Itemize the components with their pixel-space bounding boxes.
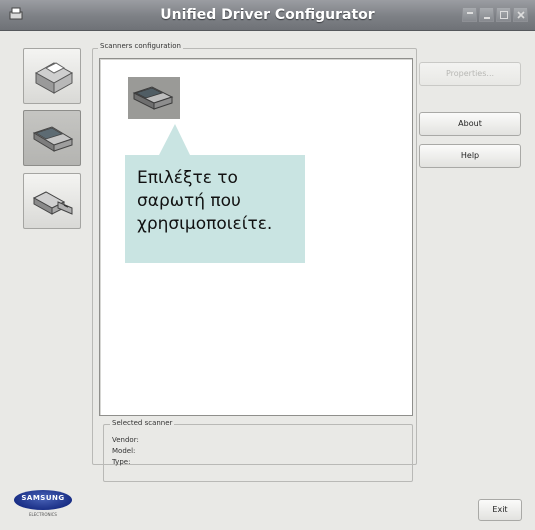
vendor-label: Vendor:	[112, 436, 139, 444]
properties-button[interactable]: Properties...	[419, 62, 521, 86]
callout-text: Επιλέξτε το σαρωτή που χρησιμοποιείτε.	[137, 167, 317, 236]
logo-brand: SAMSUNG	[21, 494, 65, 502]
selected-scanner-group	[103, 424, 413, 482]
driver-configurator-window: Unified Driver Configurator Scanners con…	[0, 0, 535, 530]
type-label: Type:	[112, 458, 131, 466]
logo-subtitle: ELECTRONICS	[29, 512, 57, 517]
about-button[interactable]: About	[419, 112, 521, 136]
help-button[interactable]: Help	[419, 144, 521, 168]
model-label: Model:	[112, 447, 136, 455]
callout-line-2: σαρωτή που	[137, 191, 241, 211]
samsung-logo: SAMSUNG ELECTRONICS	[14, 490, 72, 520]
selected-scanner-label: Selected scanner	[110, 419, 175, 427]
exit-button[interactable]: Exit	[478, 499, 522, 521]
callout-line-1: Επιλέξτε το	[137, 168, 238, 188]
callout-line-3: χρησιμοποιείτε.	[137, 214, 273, 234]
